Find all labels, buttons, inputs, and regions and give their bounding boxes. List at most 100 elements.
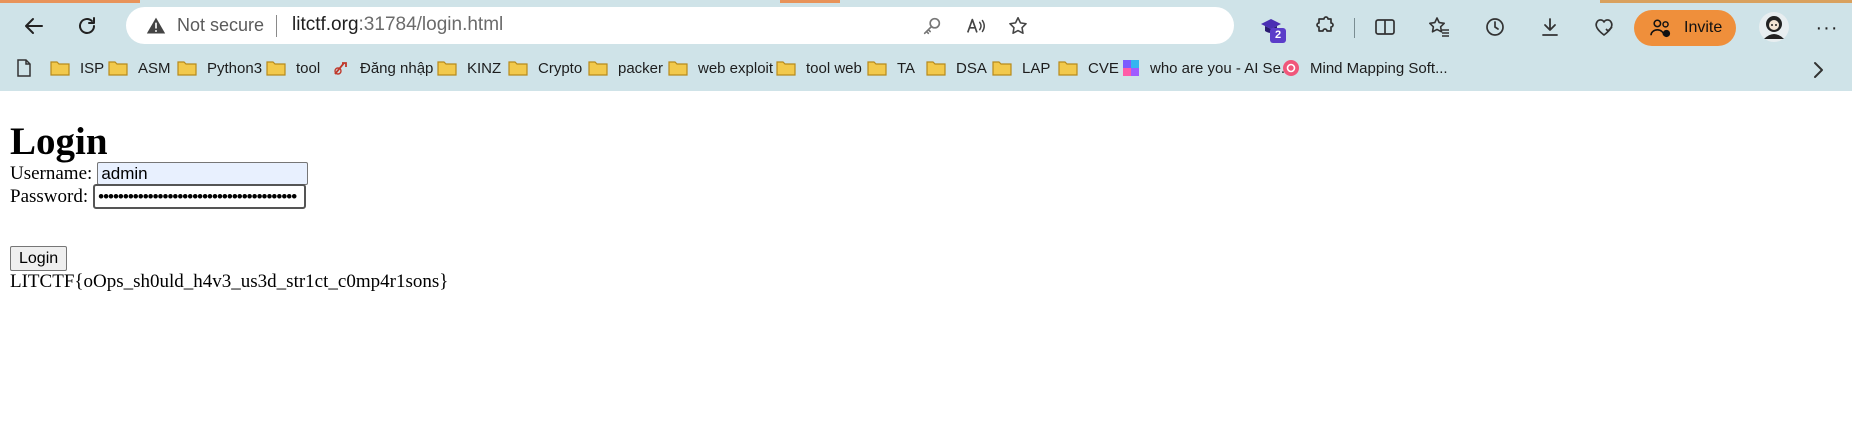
bookmark-label: TA <box>897 59 916 77</box>
page-icon <box>17 59 31 77</box>
bookmark-label: Đăng nhập <box>360 59 434 77</box>
extension-count-badge: 2 <box>1270 28 1286 43</box>
history-icon <box>1486 18 1504 36</box>
username-row: Username: <box>10 162 309 185</box>
page-title: Login <box>10 120 108 163</box>
bookmark-label: Crypto <box>538 59 583 77</box>
url-path: :31784/login.html <box>358 14 504 35</box>
bookmark-item[interactable]: KINZ <box>437 55 501 81</box>
bookmark-label: web exploit <box>698 59 774 77</box>
password-row: Password: <box>10 184 307 209</box>
back-button[interactable] <box>17 9 51 43</box>
bookmark-item[interactable]: DSA <box>926 55 987 81</box>
favorite-star-button[interactable] <box>1006 14 1030 38</box>
split-screen-button[interactable] <box>1369 11 1401 43</box>
divider <box>276 15 277 37</box>
bookmark-label: packer <box>618 59 664 77</box>
read-aloud-button[interactable] <box>964 14 988 38</box>
folder-icon <box>668 61 688 76</box>
bookmark-item[interactable]: Mind Mapping Soft... <box>1282 55 1448 81</box>
avatar-icon <box>1759 12 1789 42</box>
bookmark-label: tool <box>296 59 321 77</box>
reload-button[interactable] <box>70 9 104 43</box>
bookmark-item[interactable]: who are you - AI Se... <box>1122 55 1293 81</box>
bookmark-item[interactable]: tool web <box>776 55 862 81</box>
favorites-icon <box>1429 17 1449 37</box>
bookmark-label: tool web <box>806 59 862 77</box>
bookmark-label: ISP <box>80 59 105 77</box>
mind-mapping-icon <box>1283 60 1299 76</box>
read-aloud-icon <box>966 18 985 33</box>
warning-icon <box>146 17 166 34</box>
people-icon <box>1650 19 1671 38</box>
extensions-button[interactable] <box>1308 11 1340 43</box>
bookmark-item[interactable]: Python3 <box>177 55 262 81</box>
password-key-button[interactable] <box>920 14 944 38</box>
browser-chrome: Not secure litctf.org:31784/login.html 2 <box>0 0 1852 91</box>
password-label: Password: <box>10 185 89 207</box>
bookmark-item[interactable]: packer <box>588 55 663 81</box>
bookmark-label: Mind Mapping Soft... <box>1310 59 1448 77</box>
invite-button[interactable]: Invite <box>1634 10 1736 46</box>
bookmark-label: DSA <box>956 59 987 77</box>
invite-label: Invite <box>1684 19 1723 36</box>
heart-pulse-icon <box>1595 19 1613 36</box>
bookmark-item[interactable]: Đăng nhập <box>332 55 433 81</box>
password-input[interactable] <box>93 184 307 209</box>
folder-icon <box>867 61 887 76</box>
security-label[interactable]: Not secure <box>177 15 264 36</box>
folder-icon <box>50 61 70 76</box>
arrow-left-icon <box>25 18 43 34</box>
bookmark-label: ASM <box>138 59 171 77</box>
flag-text: LITCTF{oOps_sh0uld_h4v3_us3d_str1ct_c0mp… <box>10 271 449 292</box>
chevron-right-icon[interactable] <box>1806 58 1830 82</box>
folder-icon <box>508 61 528 76</box>
folder-icon <box>926 61 946 76</box>
bookmark-item[interactable]: web exploit <box>668 55 773 81</box>
profile-avatar[interactable] <box>1758 11 1790 43</box>
bookmark-item[interactable]: Crypto <box>508 55 582 81</box>
folder-icon <box>1058 61 1078 76</box>
bookmark-item[interactable]: LAP <box>992 55 1050 81</box>
page-content: Login Username: Password: Login LITCTF{o… <box>0 91 1852 422</box>
bookmark-item[interactable]: CVE <box>1058 55 1119 81</box>
bookmark-label: who are you - AI Se... <box>1150 59 1294 77</box>
split-screen-icon <box>1375 19 1395 35</box>
bookmark-item[interactable]: ISP <box>50 55 104 81</box>
settings-more-button[interactable]: ··· <box>1812 13 1842 43</box>
toolbar-divider <box>1354 18 1355 38</box>
bookmark-item[interactable]: tool <box>266 55 320 81</box>
bookmark-item[interactable]: TA <box>867 55 915 81</box>
folder-icon <box>992 61 1012 76</box>
bookmark-label: LAP <box>1022 59 1051 77</box>
folder-icon <box>588 61 608 76</box>
bookmark-item[interactable]: ASM <box>108 55 171 81</box>
bookmark-label: CVE <box>1088 59 1119 77</box>
ai-site-icon <box>1123 60 1139 76</box>
folder-icon <box>177 61 197 76</box>
history-button[interactable] <box>1479 11 1511 43</box>
login-button[interactable]: Login <box>10 246 68 271</box>
downloads-button[interactable] <box>1534 11 1566 43</box>
address-bar[interactable]: Not secure litctf.org:31784/login.html <box>126 7 1234 44</box>
download-icon <box>1542 18 1558 36</box>
bookmarks-bar: ISP ASM Python3 tool Đăng nhập KINZ Crypto pack… <box>0 50 1852 86</box>
login-site-icon <box>334 62 347 75</box>
puzzle-icon <box>1316 16 1334 32</box>
browser-toolbar: Not secure litctf.org:31784/login.html 2 <box>0 3 1852 48</box>
browser-essentials-button[interactable] <box>1588 11 1620 43</box>
url-text[interactable]: litctf.org:31784/login.html <box>292 14 503 36</box>
folder-icon <box>108 61 128 76</box>
key-icon <box>923 17 941 35</box>
folder-icon <box>266 61 286 76</box>
extension-badge-button[interactable]: 2 <box>1255 11 1287 43</box>
bookmark-label: KINZ <box>467 59 502 77</box>
folder-icon <box>776 61 796 76</box>
star-icon <box>1009 16 1027 35</box>
bookmark-page[interactable] <box>14 55 34 81</box>
reload-icon <box>79 17 95 34</box>
username-label: Username: <box>10 162 93 184</box>
favorites-button[interactable] <box>1423 11 1455 43</box>
username-input[interactable] <box>97 162 309 185</box>
url-host: litctf.org <box>292 14 359 35</box>
